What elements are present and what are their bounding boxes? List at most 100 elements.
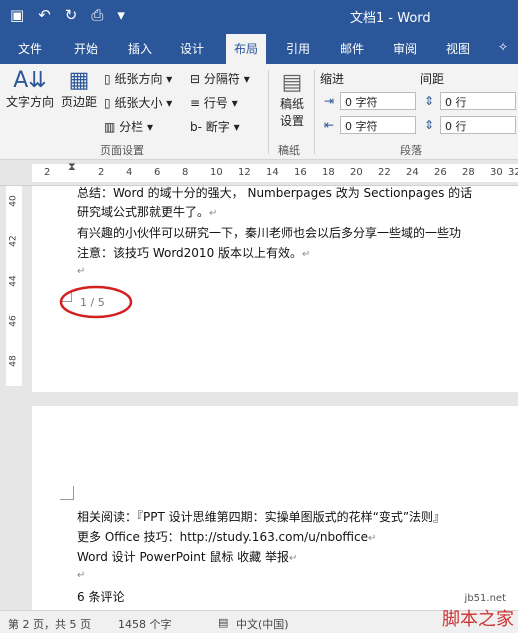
spacing-label: 间距 [420,72,445,86]
ruler-tick-label: 14 [266,167,279,178]
indent-left-icon: ⇥ [324,94,335,108]
ruler-tick-label: 28 [462,167,475,178]
size-button[interactable]: ▯ 纸张大小 ▾ [104,94,172,111]
paragraph-text: 总结：Word 的域十分的强大， Numberpages 改为 Sectionp… [77,186,473,200]
draft-paper-icon: ▤ [281,70,303,95]
line-numbers-icon: ≡ [190,96,201,110]
page-count-status[interactable]: 第 2 页，共 5 页 [8,616,91,632]
ribbon-tabs: 文件 开始 插入 设计 布局 引用 邮件 审阅 视图 ✧ [0,34,518,64]
margins-button[interactable]: ▦ 页边距 [58,68,100,110]
paragraph-mark-icon: ↵ [77,570,86,581]
text-direction-icon: A⇊ [13,68,47,93]
margin-corner-mark [60,486,74,500]
tab-file[interactable]: 文件 [18,40,42,57]
breaks-icon: ⊟ [190,72,201,86]
ruler-tick-label: 10 [210,167,223,178]
paragraph-text: 更多 Office 技巧：http://study.163.com/u/nbof… [77,530,368,544]
draft-paper-button[interactable]: ▤ 稿纸 设置 [272,70,312,129]
group-paragraph-label: 段落 [400,144,422,157]
ruler-tick-label: 2 [98,167,105,178]
paragraph: 相关阅读：『PPT 设计思维第四期：实操单图版式的花样“变式”法则』 [77,508,445,525]
ruler-tick-label: 26 [434,167,447,178]
ruler-tick-label: 20 [350,167,363,178]
paragraph: Word 设计 PowerPoint 鼠标 收藏 举报↵ [77,548,297,565]
columns-button[interactable]: ▥ 分栏 ▾ [104,118,153,135]
divider [314,70,315,154]
spacing-before-icon: ⇕ [424,94,435,108]
tab-insert[interactable]: 插入 [128,40,152,57]
watermark-url: jb51.net [464,593,506,604]
divider [268,70,269,154]
ruler-tick-label: 12 [238,167,251,178]
group-page-setup-label: 页面设置 [100,144,144,157]
text-direction-button[interactable]: A⇊ 文字方向 [4,68,56,110]
ruler-tick-label: 4 [126,167,133,178]
spacing-before-field[interactable]: 0 行 [440,92,516,110]
tab-home[interactable]: 开始 [74,40,98,57]
tab-review[interactable]: 审阅 [393,40,417,57]
hyphenation-button[interactable]: b- 断字 ▾ [190,118,240,135]
paragraph-text: 有兴趣的小伙伴可以研究一下，秦川老师也会以后多分享一些域的一些功 [77,226,462,240]
lightbulb-icon[interactable]: ✧ [498,40,508,54]
ruler-tick-label: 48 [8,355,19,367]
vertical-ruler[interactable]: 40 42 44 46 48 [6,186,22,386]
paragraph-text: Word 设计 PowerPoint 鼠标 收藏 举报 [77,550,289,564]
margins-icon: ▦ [68,68,90,93]
paragraph-mark-icon: ↵ [302,249,311,260]
document-page[interactable]: 总结：Word 的域十分的强大， Numberpages 改为 Sectionp… [32,186,518,392]
redo-icon[interactable]: ↻ [65,6,78,24]
word-count-status[interactable]: 1458 个字 [118,616,172,632]
save-icon[interactable]: ▣ [10,6,24,24]
paragraph-mark-icon: ↵ [368,533,377,544]
paragraph: 有兴趣的小伙伴可以研究一下，秦川老师也会以后多分享一些域的一些功 [77,224,461,241]
ruler-tick-label: 2 [44,167,51,178]
customize-icon[interactable]: ▾ [117,6,125,24]
orientation-button[interactable]: ▯ 纸张方向 ▾ [104,70,172,87]
paragraph-mark-icon: ↵ [209,208,218,219]
ruler-tick-label: 40 [8,195,19,207]
language-status[interactable]: 中文(中国) [236,616,289,632]
line-numbers-button[interactable]: ≡ 行号 ▾ [190,94,238,111]
spacing-after-field[interactable]: 0 行 [440,116,516,134]
ruler-tick-label: 22 [378,167,391,178]
paragraph-text: 6 条评论 [77,590,125,604]
tab-layout[interactable]: 布局 [226,34,267,64]
breaks-button[interactable]: ⊟ 分隔符 ▾ [190,70,250,87]
ruler-tick-label: 18 [322,167,335,178]
paragraph: 研究域公式那就更牛了。↵ [77,203,217,220]
paragraph: 更多 Office 技巧：http://study.163.com/u/nbof… [77,528,376,545]
ruler-tick-label: 42 [8,235,19,247]
ruler-tick-label: 16 [294,167,307,178]
status-bar: 第 2 页，共 5 页 1458 个字 ▤ 中文(中国) [0,610,518,633]
paragraph-text: 注意：该技巧 Word2010 版本以上有效。 [77,246,303,260]
indent-right-icon: ⇤ [324,118,335,132]
ruler-tick-label: 30 [490,167,503,178]
quick-access-toolbar: ▣ ↶ ↻ ⎙ ▾ [10,6,125,24]
title-bar: ▣ ↶ ↻ ⎙ ▾ 文档1 - Word [0,0,518,34]
ribbon: A⇊ 文字方向 ▦ 页边距 ▯ 纸张方向 ▾ ▯ 纸张大小 ▾ ▥ 分栏 ▾ ⊟… [0,64,518,160]
undo-icon[interactable]: ↶ [38,6,51,24]
ruler-tick-label: 44 [8,275,19,287]
indent-left-field[interactable]: 0 字符 [340,92,416,110]
indent-marker-icon[interactable]: ⧗ [68,160,76,174]
indent-right-field[interactable]: 0 字符 [340,116,416,134]
ruler-tick-label: 24 [406,167,419,178]
tab-view[interactable]: 视图 [446,40,470,57]
print-preview-icon[interactable]: ⎙ [91,6,103,24]
paragraph-text: 研究域公式那就更牛了。 [77,205,210,219]
horizontal-ruler[interactable]: 2 2 4 6 8 10 12 14 16 18 20 22 24 26 28 … [0,160,518,186]
orientation-icon: ▯ [104,72,111,86]
watermark-text: 脚本之家 [442,609,514,630]
paragraph: 总结：Word 的域十分的强大， Numberpages 改为 Sectionp… [77,184,472,201]
paragraph-text: 相关阅读：『PPT 设计思维第四期：实操单图版式的花样“变式”法则』 [77,510,446,524]
tab-references[interactable]: 引用 [286,40,310,57]
tab-design[interactable]: 设计 [180,40,204,57]
tab-mailings[interactable]: 邮件 [340,40,364,57]
document-page[interactable]: 相关阅读：『PPT 设计思维第四期：实操单图版式的花样“变式”法则』 更多 Of… [32,406,518,610]
paragraph: 注意：该技巧 Word2010 版本以上有效。↵ [77,244,310,261]
paragraph-mark-icon: ↵ [289,553,298,564]
paragraph: 6 条评论 [77,588,124,605]
proofing-icon[interactable]: ▤ [218,616,228,629]
size-icon: ▯ [104,96,111,110]
document-title: 文档1 - Word [350,11,431,26]
